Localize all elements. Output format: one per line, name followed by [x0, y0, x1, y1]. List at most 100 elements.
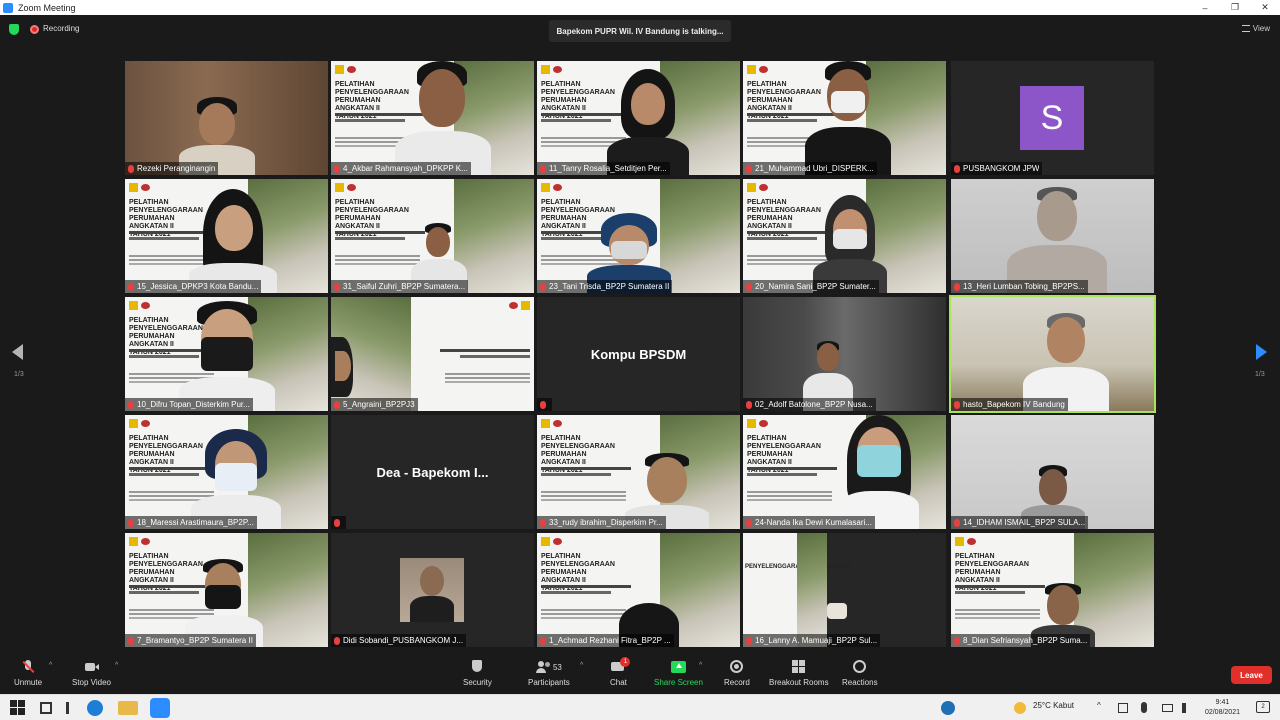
participant-name-tag: 13_Heri Lumban Tobing_BP2PS... — [951, 280, 1088, 293]
mic-muted-icon — [540, 636, 546, 645]
video-tile[interactable]: PELATIHAN PENYELENGGARAAN PERUMAHAN ANGK… — [951, 533, 1154, 647]
mic-muted-icon — [128, 636, 134, 645]
clock-time: 9:41 — [1215, 699, 1230, 706]
participant-name-tag — [331, 516, 346, 529]
taskbar-separator — [66, 702, 69, 714]
video-tile[interactable]: PELATIHAN PENYELENGGARAAN PERUMAHAN ANGK… — [331, 61, 534, 175]
video-tile[interactable]: 5_Angraini_BP2PJ3 — [331, 297, 534, 411]
zoom-taskbar-icon[interactable] — [150, 698, 170, 718]
video-tile[interactable]: Rezeki Peranginangin — [125, 61, 328, 175]
video-options-caret-icon[interactable]: ^ — [115, 662, 118, 669]
video-tile[interactable]: PENYELENGGARAAN PERUMAHAN 16_Lanny A. Ma… — [743, 533, 946, 647]
mic-muted-icon — [540, 518, 546, 527]
mic-muted-icon — [334, 400, 340, 409]
shield-icon[interactable] — [9, 24, 19, 35]
video-tile[interactable]: PELATIHAN PENYELENGGARAAN PERUMAHAN ANGK… — [743, 179, 946, 293]
participant-name: 23_Tani Trisda_BP2P Sumatera II — [549, 282, 670, 291]
breakout-rooms-button[interactable]: Breakout Rooms — [769, 660, 829, 687]
participant-name: 24-Nanda Ika Dewi Kumalasari... — [755, 518, 872, 527]
video-tile-active-speaker[interactable]: hasto_Bapekom IV Bandung — [949, 295, 1156, 413]
video-tile[interactable]: 02_Adolf Batolone_BP2P Nusa... — [743, 297, 946, 411]
video-tile[interactable]: 14_IDHAM ISMAIL_BP2P SULA... — [951, 415, 1154, 529]
people-icon — [535, 660, 550, 674]
view-button[interactable]: View — [1241, 24, 1270, 33]
windows-taskbar: 25°C Kabut ^ 9:41 02/08/2021 2 — [0, 694, 1280, 720]
smiley-icon — [852, 660, 867, 674]
video-tile[interactable]: PELATIHAN PENYELENGGARAAN PERUMAHAN ANGK… — [331, 179, 534, 293]
mic-muted-icon — [746, 164, 752, 173]
video-tile[interactable]: PELATIHAN PENYELENGGARAAN PERUMAHAN ANGK… — [743, 61, 946, 175]
leave-button[interactable]: Leave — [1231, 666, 1272, 684]
participants-options-caret-icon[interactable]: ^ — [580, 662, 583, 669]
video-tile[interactable]: PELATIHAN PENYELENGGARAAN PERUMAHAN ANGK… — [125, 533, 328, 647]
active-speaker-banner: Bapekom PUPR Wil. IV Bandung is talking.… — [549, 20, 731, 42]
maximize-button[interactable]: ❐ — [1220, 0, 1250, 15]
video-tile[interactable]: PELATIHAN PENYELENGGARAAN PERUMAHAN ANGK… — [125, 179, 328, 293]
participant-name: 14_IDHAM ISMAIL_BP2P SULA... — [963, 518, 1086, 527]
record-label: Record — [724, 678, 750, 687]
mic-muted-icon — [540, 164, 546, 173]
mic-muted-icon — [128, 400, 134, 409]
participant-name-tag: 11_Tanry Rosalia_Setditjen Per... — [537, 162, 670, 175]
video-tile[interactable]: PELATIHAN PENYELENGGARAAN PERUMAHAN ANGK… — [537, 415, 740, 529]
mic-muted-icon — [128, 282, 134, 291]
chat-button[interactable]: 1 Chat — [610, 657, 631, 687]
battery-icon[interactable] — [1162, 704, 1173, 712]
participant-name-tag: Didi Sobandi_PUSBANGKOM J... — [331, 634, 467, 647]
video-tile[interactable]: PELATIHAN PENYELENGGARAAN PERUMAHAN ANGK… — [537, 61, 740, 175]
participant-name: 15_Jessica_DPKP3 Kota Bandu... — [137, 282, 259, 291]
minimize-button[interactable]: – — [1190, 0, 1220, 15]
microphone-tray-icon[interactable] — [1141, 702, 1147, 713]
notification-center-icon[interactable]: 2 — [1256, 701, 1270, 713]
window-title: Zoom Meeting — [18, 2, 76, 13]
edge-browser-icon[interactable] — [87, 700, 103, 716]
participant-name-tag: 1_Achmad Rezhani Fitra_BP2P ... — [537, 634, 674, 647]
participant-name: 13_Heri Lumban Tobing_BP2PS... — [963, 282, 1085, 291]
share-screen-button[interactable]: Share Screen — [654, 660, 703, 687]
video-tile[interactable]: PELATIHAN PENYELENGGARAAN PERUMAHAN ANGK… — [125, 297, 328, 411]
previous-page-arrow-icon[interactable] — [12, 344, 23, 360]
reactions-button[interactable]: Reactions — [842, 660, 878, 687]
audio-options-caret-icon[interactable]: ^ — [49, 662, 52, 669]
participant-name-tag: 24-Nanda Ika Dewi Kumalasari... — [743, 516, 875, 529]
participants-button[interactable]: 53 Participants — [528, 660, 570, 687]
stop-video-button[interactable]: Stop Video — [72, 660, 111, 687]
security-label: Security — [463, 678, 492, 687]
participant-name-tag: 15_Jessica_DPKP3 Kota Bandu... — [125, 280, 262, 293]
mic-muted-icon — [334, 636, 340, 645]
participant-name-tag: PUSBANGKOM JPW — [951, 162, 1043, 175]
participant-name-tag: 02_Adolf Batolone_BP2P Nusa... — [743, 398, 876, 411]
mic-muted-icon — [334, 518, 340, 527]
record-button[interactable]: Record — [724, 660, 750, 687]
video-tile[interactable]: PELATIHAN PENYELENGGARAAN PERUMAHAN ANGK… — [743, 415, 946, 529]
security-button[interactable]: Security — [463, 660, 492, 687]
network-icon[interactable] — [1118, 703, 1128, 713]
participant-name-tag: 18_Maressi Arastimaura_BP2P... — [125, 516, 257, 529]
volume-icon[interactable] — [1182, 703, 1192, 713]
tray-overflow-chevron-icon[interactable]: ^ — [1097, 701, 1101, 710]
video-tile[interactable]: 13_Heri Lumban Tobing_BP2PS... — [951, 179, 1154, 293]
unmute-label: Unmute — [14, 678, 43, 687]
video-tile[interactable]: Kompu BPSDM — [537, 297, 740, 411]
participant-name-tag: 8_Dian Sefriansyah_BP2P Suma... — [951, 634, 1091, 647]
video-tile[interactable]: Didi Sobandi_PUSBANGKOM J... — [331, 533, 534, 647]
unmute-button[interactable]: Unmute — [14, 660, 42, 687]
virtual-background-slide — [331, 297, 534, 411]
help-icon[interactable] — [941, 701, 955, 715]
share-options-caret-icon[interactable]: ^ — [699, 662, 702, 669]
mic-muted-icon — [540, 282, 546, 291]
next-page-arrow-icon[interactable] — [1256, 344, 1267, 360]
video-tile[interactable]: S PUSBANGKOM JPW — [951, 61, 1154, 175]
recording-icon — [30, 25, 39, 34]
participant-name-tag: 14_IDHAM ISMAIL_BP2P SULA... — [951, 516, 1089, 529]
profile-photo — [400, 558, 464, 622]
video-tile[interactable]: PELATIHAN PENYELENGGARAAN PERUMAHAN ANGK… — [537, 533, 740, 647]
file-explorer-icon[interactable] — [118, 701, 138, 715]
video-tile[interactable]: Dea - Bapekom I... — [331, 415, 534, 529]
taskbar-clock[interactable]: 9:41 02/08/2021 — [1205, 698, 1240, 718]
video-tile[interactable]: PELATIHAN PENYELENGGARAAN PERUMAHAN ANGK… — [125, 415, 328, 529]
close-button[interactable]: ✕ — [1250, 0, 1280, 15]
task-view-icon[interactable] — [40, 702, 52, 714]
video-tile[interactable]: PELATIHAN PENYELENGGARAAN PERUMAHAN ANGK… — [537, 179, 740, 293]
windows-start-icon[interactable] — [10, 700, 26, 716]
